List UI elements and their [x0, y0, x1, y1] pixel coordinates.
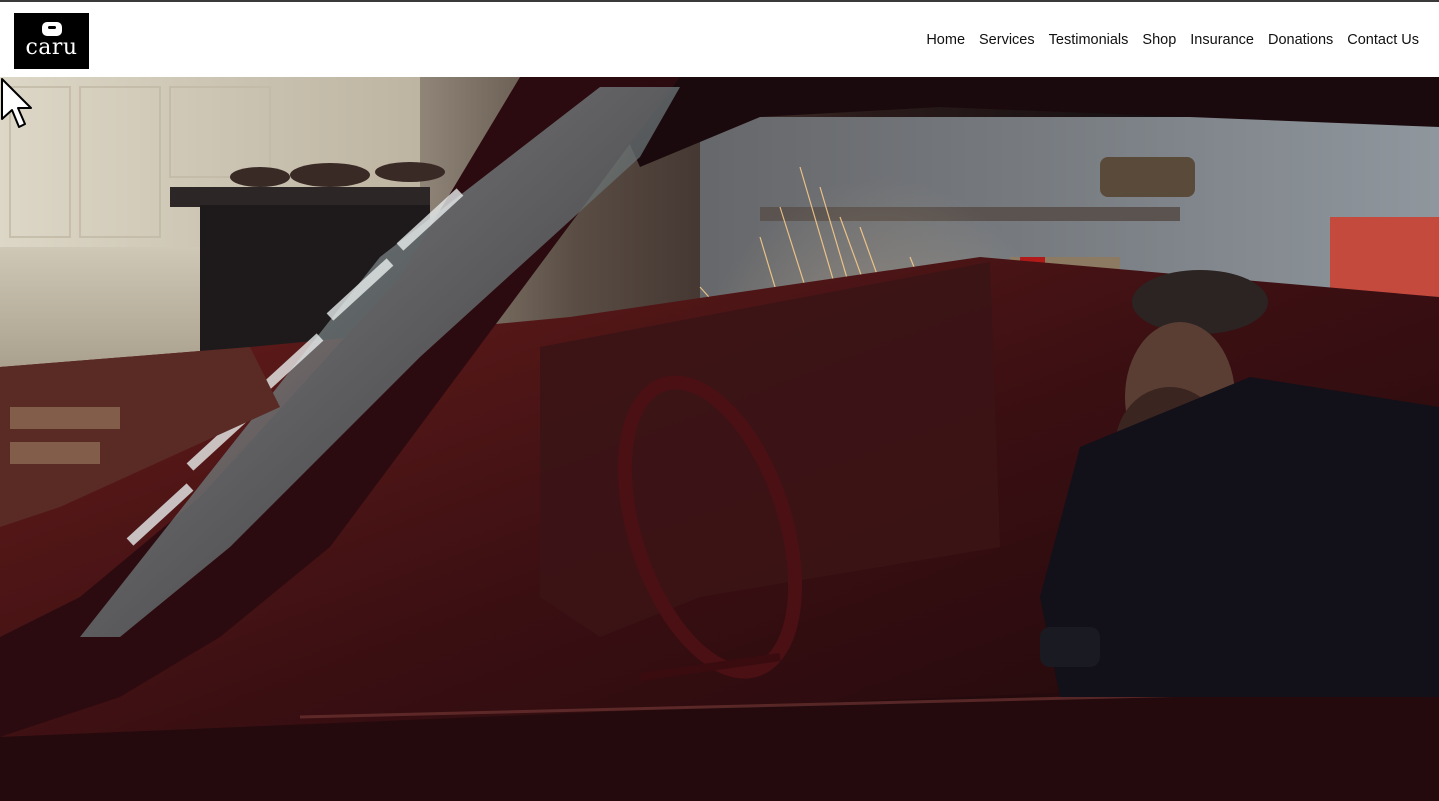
car-icon — [41, 22, 62, 36]
nav-home[interactable]: Home — [926, 32, 965, 48]
nav-donations[interactable]: Donations — [1268, 32, 1333, 48]
main-navigation: Home Services Testimonials Shop Insuranc… — [912, 32, 1419, 48]
mouse-cursor-icon — [1, 78, 32, 128]
nav-testimonials[interactable]: Testimonials — [1049, 32, 1129, 48]
nav-services[interactable]: Services — [979, 32, 1035, 48]
site-header: caru Home Services Testimonials Shop Ins… — [0, 2, 1439, 77]
nav-shop[interactable]: Shop — [1142, 32, 1176, 48]
logo-text: caru — [25, 35, 78, 60]
site-logo[interactable]: caru — [14, 12, 89, 69]
nav-insurance[interactable]: Insurance — [1190, 32, 1254, 48]
hero-video — [0, 77, 1439, 801]
nav-contact-us[interactable]: Contact Us — [1347, 32, 1419, 48]
hero-scene-illustration — [0, 77, 1439, 801]
